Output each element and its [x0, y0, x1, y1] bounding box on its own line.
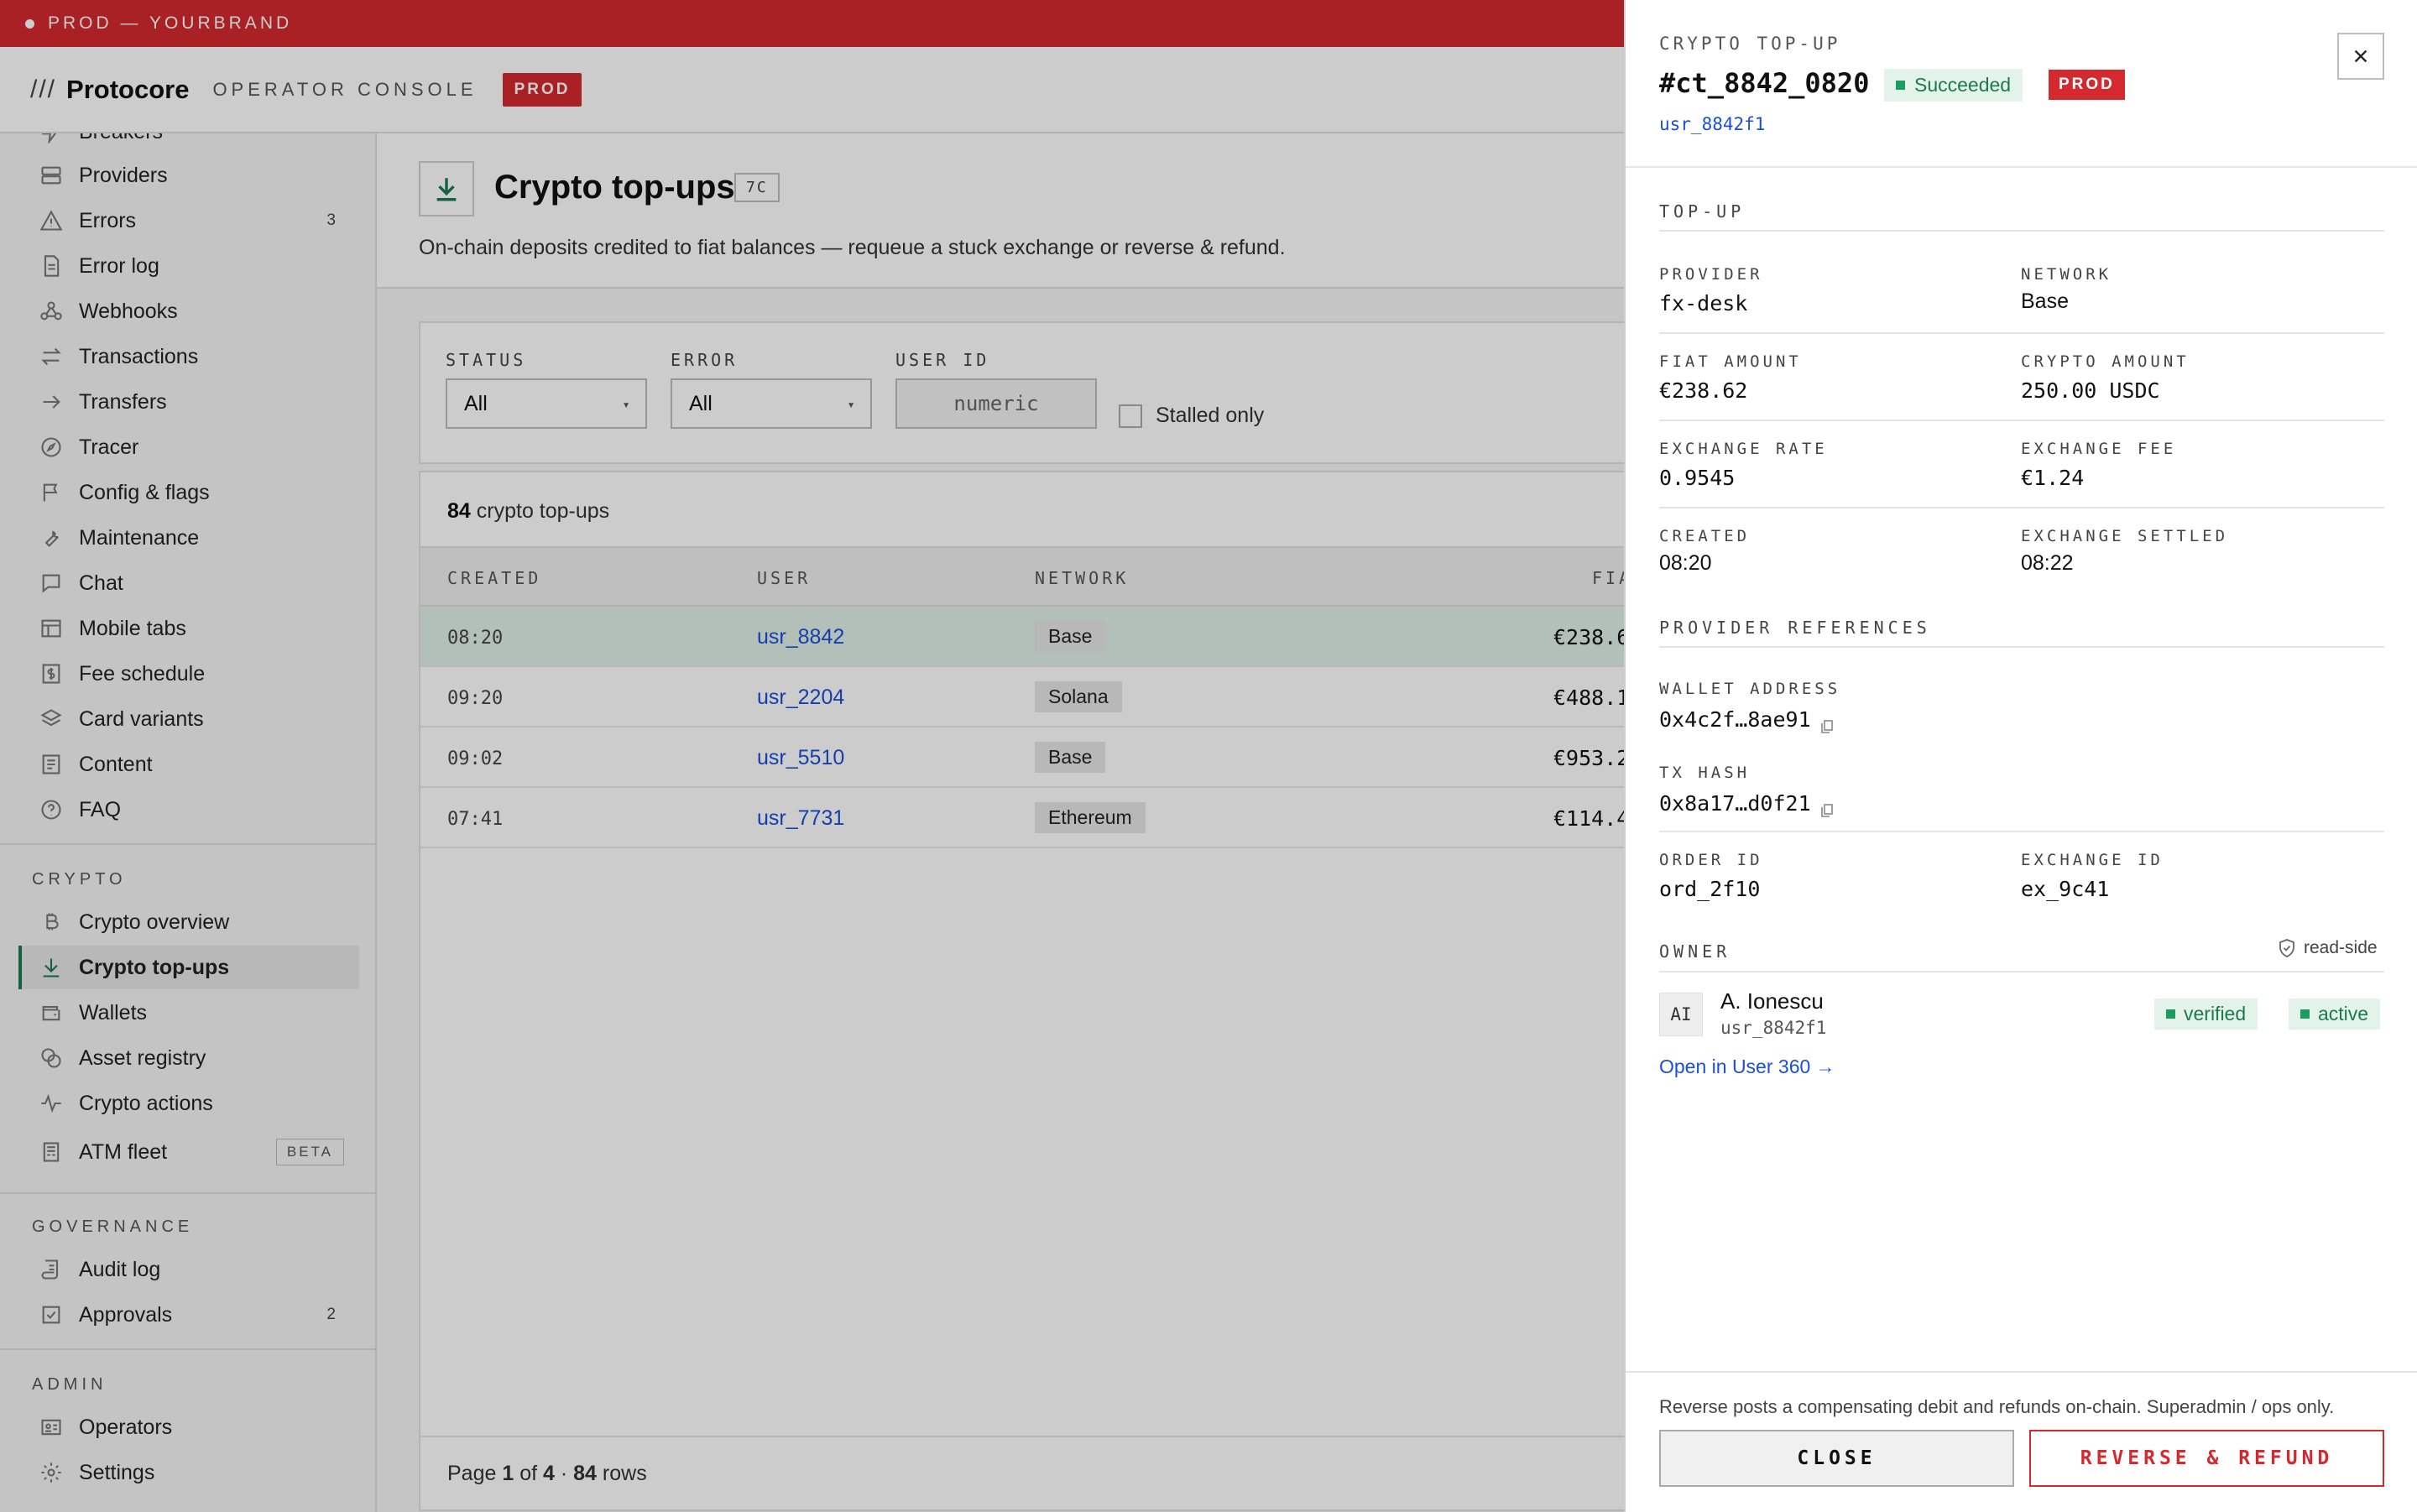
verified-badge: verified [2154, 998, 2258, 1030]
exchange-id-label: EXCHANGE ID [2021, 851, 2164, 869]
network-label: NETWORK [2021, 265, 2112, 284]
wallet-address-text: 0x4c2f…8ae91 [1659, 707, 1811, 732]
section-title-topup: TOP-UP [1659, 201, 1746, 222]
section-divider [1659, 230, 2384, 232]
field-divider [1659, 831, 2384, 832]
tx-hash-label: TX HASH [1659, 764, 1751, 782]
tx-hash-value: 0x8a17…d0f21 [1659, 791, 1833, 817]
field-divider [1659, 507, 2384, 508]
close-icon [2354, 50, 2367, 63]
provider-label: PROVIDER [1659, 265, 1763, 284]
read-side-indicator: read-side [2279, 938, 2378, 958]
provider-value: fx-desk [1659, 291, 1748, 315]
exchange-id-value: ex_9c41 [2021, 877, 2110, 901]
status-square-icon [2166, 1009, 2175, 1019]
drawer-kicker: CRYPTO TOP-UP [1659, 34, 1841, 54]
field-divider [1659, 420, 2384, 421]
field-divider [1659, 332, 2384, 334]
status-badge: Succeeded [1884, 69, 2023, 102]
status-badge-label: Succeeded [1914, 74, 2012, 96]
exchange-fee-value: €1.24 [2021, 466, 2085, 490]
drawer-user-link[interactable]: usr_8842f1 [1659, 114, 1765, 134]
shield-icon [2279, 939, 2294, 957]
topup-detail-drawer: CRYPTO TOP-UP #ct_8842_0820 Succeeded PR… [1624, 0, 2417, 1512]
status-square-icon [1896, 81, 1905, 90]
fiat-amount-value: €238.62 [1659, 378, 1748, 403]
copy-icon[interactable] [1820, 798, 1833, 817]
exchange-fee-label: EXCHANGE FEE [2021, 440, 2177, 458]
crypto-amount-value: 250.00 USDC [2021, 378, 2160, 403]
modal-backdrop[interactable] [0, 0, 1624, 1512]
exchange-rate-value: 0.9545 [1659, 466, 1736, 490]
avatar: AI [1659, 993, 1703, 1036]
active-badge-label: active [2318, 1003, 2369, 1025]
wallet-address-value: 0x4c2f…8ae91 [1659, 707, 1833, 733]
reverse-refund-button[interactable]: REVERSE & REFUND [2029, 1430, 2384, 1487]
fiat-amount-label: FIAT AMOUNT [1659, 352, 1802, 371]
drawer-footer: Reverse posts a compensating debit and r… [1626, 1371, 2417, 1512]
section-title-owner: OWNER [1659, 941, 1731, 962]
copy-icon[interactable] [1820, 714, 1833, 733]
wallet-address-label: WALLET ADDRESS [1659, 680, 1841, 698]
created-value: 08:20 [1659, 551, 1712, 575]
env-badge: PROD [2049, 70, 2125, 100]
exchange-settled-label: EXCHANGE SETTLED [2021, 527, 2229, 545]
exchange-rate-label: EXCHANGE RATE [1659, 440, 1828, 458]
drawer-header: CRYPTO TOP-UP #ct_8842_0820 Succeeded PR… [1626, 0, 2417, 168]
created-label: CREATED [1659, 527, 1751, 545]
crypto-amount-label: CRYPTO AMOUNT [2021, 352, 2190, 371]
close-button[interactable]: CLOSE [1659, 1430, 2014, 1487]
tx-hash-text: 0x8a17…d0f21 [1659, 791, 1811, 816]
owner-name: A. Ionescu [1720, 988, 1824, 1014]
network-value: Base [2021, 289, 2069, 313]
order-id-label: ORDER ID [1659, 851, 1763, 869]
footer-note: Reverse posts a compensating debit and r… [1659, 1396, 2335, 1417]
verified-badge-label: verified [2184, 1003, 2247, 1025]
active-badge: active [2289, 998, 2381, 1030]
order-id-value: ord_2f10 [1659, 877, 1761, 901]
section-title-provider-references: PROVIDER REFERENCES [1659, 618, 1931, 638]
section-divider [1659, 971, 2384, 972]
close-drawer-button[interactable] [2337, 33, 2384, 80]
read-side-label: read-side [2304, 938, 2378, 957]
status-square-icon [2300, 1009, 2310, 1019]
open-in-user-360-link[interactable]: Open in User 360 → [1659, 1056, 1835, 1078]
owner-id: usr_8842f1 [1720, 1018, 1827, 1038]
topup-id: #ct_8842_0820 [1659, 67, 1870, 99]
exchange-settled-value: 08:22 [2021, 551, 2074, 575]
section-divider [1659, 646, 2384, 648]
